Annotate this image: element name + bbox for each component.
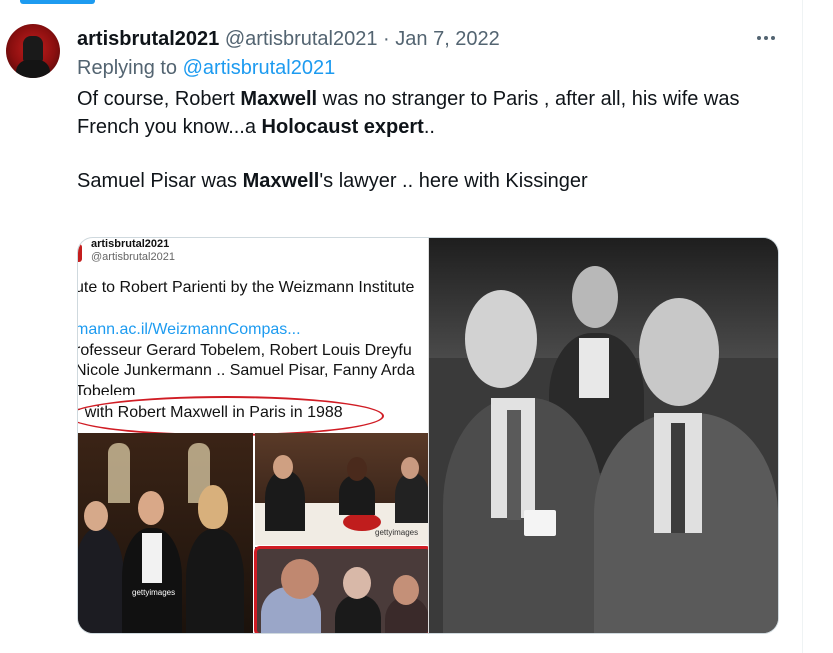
more-horizontal-icon[interactable]: [752, 24, 780, 52]
person: [186, 529, 244, 633]
shirt: [142, 533, 162, 583]
embedded-line: rofesseur Gerard Tobelem, Robert Louis D…: [78, 342, 412, 359]
person-head: [401, 457, 419, 479]
column-border: [802, 0, 803, 653]
red-annotation-box: [254, 546, 428, 633]
embedded-handle: @artisbrutal2021: [91, 251, 175, 263]
avatar-figure-base: [16, 60, 50, 78]
embedded-line: Nicole Junkermann .. Samuel Pisar, Fanny…: [78, 362, 415, 379]
media-image-collage[interactable]: artisbrutal2021 @artisbrutal2021 ute to …: [78, 238, 428, 633]
person-head: [84, 501, 108, 531]
tweet-text-line: Of course, Robert Maxwell was no strange…: [77, 88, 740, 110]
person: [78, 528, 124, 633]
person: [339, 475, 375, 515]
photo-group-portrait: gettyimages: [78, 433, 253, 633]
embedded-line: ute to Robert Parienti by the Weizmann I…: [78, 279, 415, 296]
embedded-line: Tobelem: [78, 383, 136, 395]
media-image-bw-photo[interactable]: [429, 238, 778, 633]
photo-dinner: gettyimages: [255, 433, 428, 545]
replying-prefix: Replying to: [77, 57, 178, 79]
avatar[interactable]: [6, 24, 60, 78]
getty-watermark: gettyimages: [132, 588, 176, 597]
shirt: [579, 338, 609, 398]
name-badge: [524, 510, 556, 536]
window-light: [108, 443, 130, 503]
user-handle[interactable]: @artisbrutal2021: [225, 28, 378, 50]
embedded-avatar: [78, 244, 82, 262]
embedded-name: artisbrutal2021: [91, 238, 170, 250]
tie: [671, 423, 685, 533]
tweet-date[interactable]: Jan 7, 2022: [395, 28, 500, 50]
person-head: [347, 457, 367, 481]
tweet-media[interactable]: artisbrutal2021 @artisbrutal2021 ute to …: [77, 237, 779, 634]
getty-watermark: gettyimages: [375, 528, 419, 537]
tweet-text-line: Samuel Pisar was Maxwell's lawyer .. her…: [77, 170, 588, 192]
red-annotation-oval: [78, 396, 384, 436]
person-head: [138, 491, 164, 525]
tab-indicator: [20, 0, 95, 4]
replying-to-link[interactable]: @artisbrutal2021: [183, 57, 336, 79]
person-head: [572, 266, 618, 328]
person: [265, 471, 305, 531]
person-head: [198, 485, 228, 529]
person-head: [639, 298, 719, 406]
replying-to: Replying to @artisbrutal2021: [77, 55, 335, 81]
embedded-link: mann.ac.il/WeizmannCompas...: [78, 321, 301, 338]
tweet-text-line: French you know...a Holocaust expert..: [77, 116, 435, 138]
separator: ·: [383, 28, 390, 50]
person: [395, 473, 428, 523]
tweet-header: artisbrutal2021 @artisbrutal2021 · Jan 7…: [77, 26, 500, 52]
display-name[interactable]: artisbrutal2021: [77, 28, 219, 50]
avatar-figure: [23, 36, 43, 62]
top-bar: [0, 0, 833, 6]
person-head: [465, 290, 537, 388]
tweet-text: Of course, Robert Maxwell was no strange…: [77, 85, 797, 195]
person-head: [273, 455, 293, 479]
tie: [507, 410, 521, 520]
